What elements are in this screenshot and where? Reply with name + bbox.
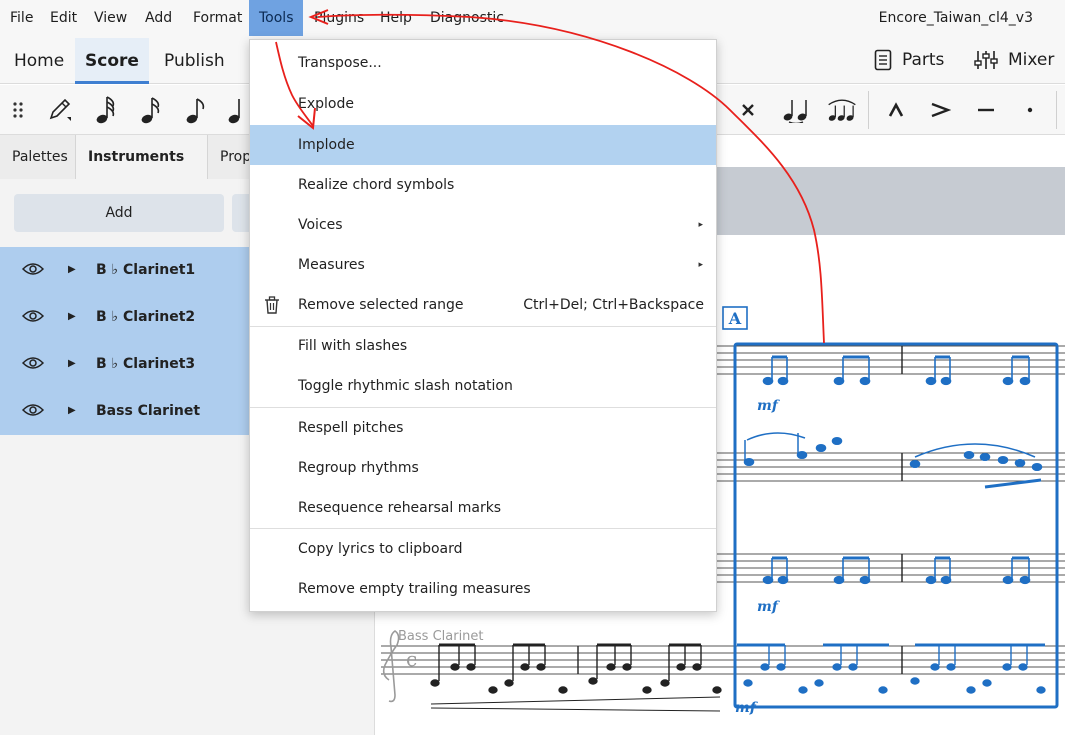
visibility-eye-icon[interactable]: [22, 261, 44, 277]
notes-bass-clarinet-gray[interactable]: [430, 643, 722, 712]
staff-clarinet2: [715, 452, 1065, 482]
instrument-row[interactable]: ▶ Bass Clarinet: [0, 388, 250, 435]
tie-icon[interactable]: [781, 94, 813, 126]
expand-triangle-icon[interactable]: ▶: [68, 264, 76, 275]
menu-add[interactable]: Add: [135, 0, 182, 36]
visibility-eye-icon[interactable]: [22, 355, 44, 371]
visibility-eye-icon[interactable]: [22, 402, 44, 418]
submenu-arrow-icon: ▸: [698, 260, 703, 270]
add-instrument-button[interactable]: Add: [14, 194, 224, 232]
instrument-row[interactable]: ▶ B ♭ Clarinet2: [0, 294, 250, 341]
staccato-icon[interactable]: [1014, 94, 1046, 126]
tab-score[interactable]: Score: [75, 38, 149, 84]
duration-16th-icon[interactable]: [180, 94, 212, 126]
menu-item-resequence-rehearsal-marks[interactable]: Resequence rehearsal marks: [250, 488, 716, 528]
expand-triangle-icon[interactable]: ▶: [68, 358, 76, 369]
notes-bass-clarinet-selected[interactable]: [737, 643, 1046, 694]
menu-item-remove-empty-trailing-measures[interactable]: Remove empty trailing measures: [250, 569, 716, 609]
menu-file[interactable]: File: [0, 0, 43, 36]
parts-icon: [874, 49, 892, 71]
staff-bass-clarinet: [381, 645, 1065, 675]
dynamic-mark[interactable]: mf: [757, 398, 781, 414]
menu-item-copy-lyrics[interactable]: Copy lyrics to clipboard: [250, 529, 716, 569]
dynamic-mark[interactable]: mf: [757, 599, 781, 615]
tools-dropdown-menu: Transpose... Explode Implode Realize cho…: [249, 39, 717, 612]
menu-item-measures[interactable]: Measures ▸: [250, 245, 716, 285]
panel-tab-palettes[interactable]: Palettes: [0, 135, 76, 179]
toggle-x-icon[interactable]: [732, 94, 764, 126]
instrument-row[interactable]: ▶ B ♭ Clarinet3: [0, 341, 250, 388]
instrument-name: Bass Clarinet: [96, 403, 201, 419]
menu-item-voices[interactable]: Voices ▸: [250, 205, 716, 245]
expand-triangle-icon[interactable]: ▶: [68, 311, 76, 322]
submenu-arrow-icon: ▸: [698, 220, 703, 230]
instrument-name: B ♭ Clarinet1: [96, 262, 196, 278]
menu-item-implode[interactable]: Implode: [250, 125, 716, 165]
parts-button[interactable]: Parts: [874, 44, 944, 76]
menu-view[interactable]: View: [84, 0, 137, 36]
menu-tools[interactable]: Tools: [249, 0, 303, 36]
menu-item-realize-chord-symbols[interactable]: Realize chord symbols: [250, 165, 716, 205]
instrument-name: B ♭ Clarinet3: [96, 356, 196, 372]
panel-tab-instruments-label: Instruments: [88, 149, 185, 165]
instrument-row[interactable]: ▶ B ♭ Clarinet1: [0, 247, 250, 294]
panel-tab-instruments[interactable]: Instruments ···: [76, 135, 208, 209]
svg-text:c: c: [406, 647, 417, 671]
tab-home[interactable]: Home: [0, 38, 78, 84]
note-input-pencil-icon[interactable]: [44, 94, 76, 126]
duration-64th-icon[interactable]: [90, 94, 122, 126]
toolbar-separator: [868, 91, 869, 129]
accent-icon[interactable]: [924, 94, 956, 126]
menu-format[interactable]: Format: [183, 0, 252, 36]
slur-icon[interactable]: [826, 94, 858, 126]
marcato-icon[interactable]: [880, 94, 912, 126]
menu-edit[interactable]: Edit: [40, 0, 87, 36]
parts-label: Parts: [902, 50, 945, 70]
notes-clarinet1[interactable]: [762, 355, 1031, 386]
instrument-name: B ♭ Clarinet2: [96, 309, 196, 325]
document-title: Encore_Taiwan_cl4_v3: [878, 10, 1033, 26]
toolbar-drag-handle-icon[interactable]: [2, 94, 34, 126]
mixer-button[interactable]: Mixer: [974, 44, 1054, 76]
expand-triangle-icon[interactable]: ▶: [68, 405, 76, 416]
menu-item-fill-with-slashes[interactable]: Fill with slashes: [250, 326, 716, 366]
rehearsal-mark[interactable]: A: [722, 306, 748, 330]
notes-clarinet3[interactable]: [762, 556, 1031, 585]
mixer-icon: [974, 51, 998, 69]
tenuto-icon[interactable]: [970, 94, 1002, 126]
menu-help[interactable]: Help: [370, 0, 422, 36]
menu-item-transpose[interactable]: Transpose...: [250, 43, 716, 83]
menu-item-toggle-rhythmic-slash[interactable]: Toggle rhythmic slash notation: [250, 366, 716, 406]
tab-publish[interactable]: Publish: [150, 38, 239, 84]
visibility-eye-icon[interactable]: [22, 308, 44, 324]
mixer-label: Mixer: [1008, 50, 1055, 70]
menu-item-remove-selected-range[interactable]: Remove selected range Ctrl+Del; Ctrl+Bac…: [250, 285, 716, 325]
duration-32nd-icon[interactable]: [135, 94, 167, 126]
toolbar-separator: [1056, 91, 1057, 129]
shortcut-text: Ctrl+Del; Ctrl+Backspace: [523, 297, 704, 313]
staff-label-bass-clarinet: Bass Clarinet: [398, 629, 484, 644]
menu-bar: File Edit View Add Format Tools Plugins …: [0, 0, 1065, 36]
menu-item-respell-pitches[interactable]: Respell pitches: [250, 408, 716, 448]
rehearsal-mark-label: A: [728, 309, 742, 328]
menu-item-regroup-rhythms[interactable]: Regroup rhythms: [250, 448, 716, 488]
menu-diagnostic[interactable]: Diagnostic: [420, 0, 514, 36]
menu-plugins[interactable]: Plugins: [304, 0, 374, 36]
menu-item-explode[interactable]: Explode: [250, 84, 716, 124]
trash-icon: [265, 296, 279, 314]
